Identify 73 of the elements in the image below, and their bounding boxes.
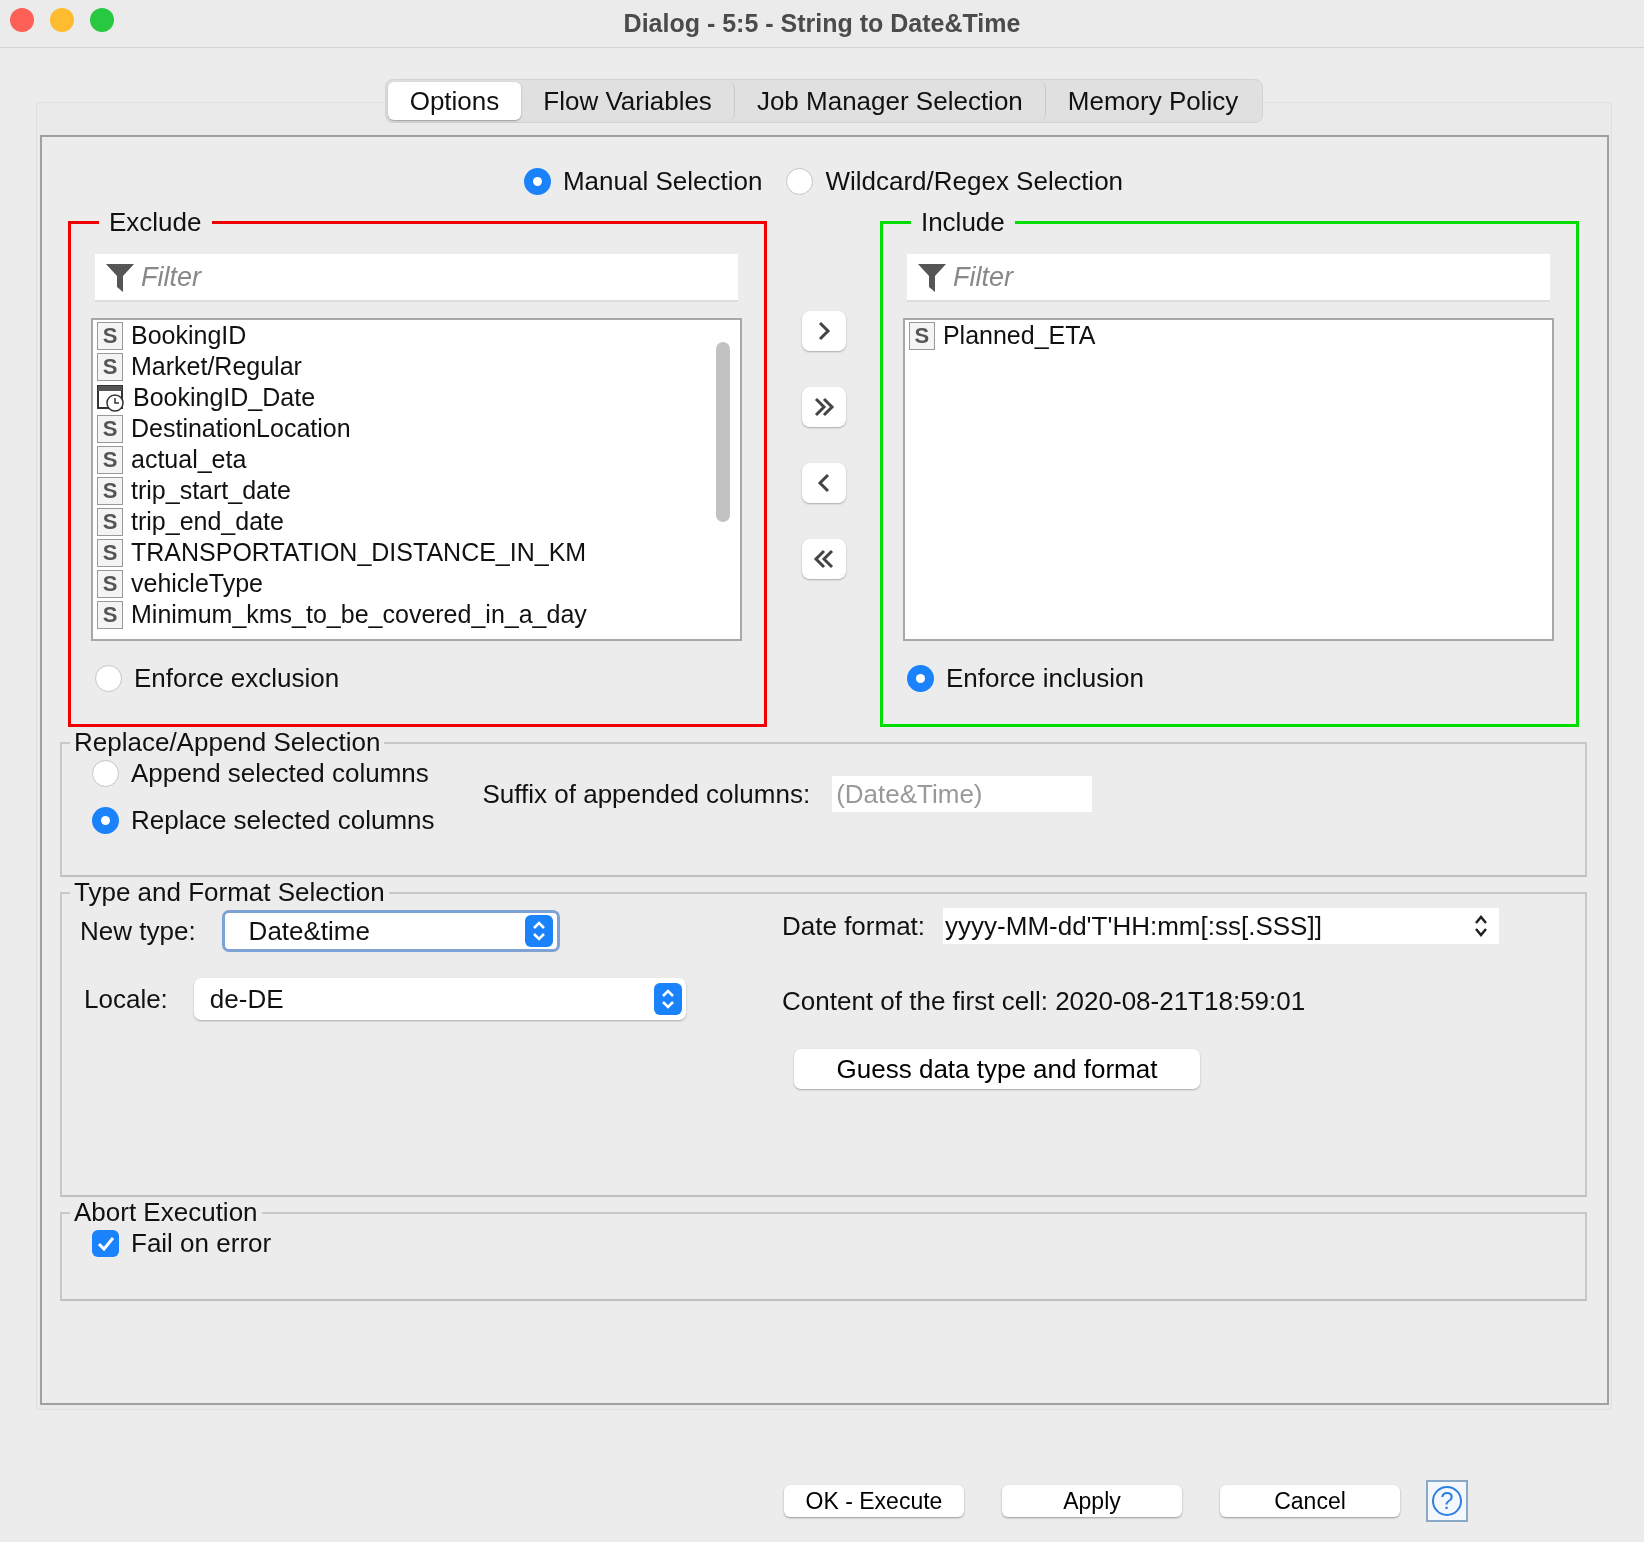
- string-type-icon: S: [97, 414, 123, 443]
- field-label: Date format:: [782, 910, 926, 942]
- locale-dropdown[interactable]: de-DE: [193, 978, 686, 1020]
- radio-button[interactable]: [95, 665, 122, 692]
- string-type-icon: S: [97, 538, 123, 567]
- help-button[interactable]: ?: [1426, 1480, 1468, 1522]
- double-chevron-left-icon: [812, 548, 835, 570]
- column-name[interactable]: trip_end_date: [131, 507, 284, 536]
- dialog-button[interactable]: Apply: [1002, 1485, 1182, 1517]
- column-name[interactable]: Planned_ETA: [942, 321, 1096, 350]
- group-title: Include: [919, 207, 1006, 238]
- transfer-button[interactable]: [801, 539, 846, 579]
- filter-field[interactable]: Filter: [95, 254, 739, 302]
- radio-label[interactable]: Append selected columns: [131, 758, 429, 789]
- string-type-icon: S: [97, 569, 123, 598]
- first-cell-text: Content of the first cell: 2020-08-21T18:59:01: [782, 986, 1307, 1017]
- string-type-icon: S: [97, 507, 123, 536]
- radio-button[interactable]: [906, 665, 934, 692]
- up-down-arrows-icon[interactable]: [1473, 913, 1490, 939]
- radio-label[interactable]: Manual Selection: [562, 165, 763, 197]
- radio-button[interactable]: [523, 167, 551, 195]
- date-format-combo[interactable]: yyyy-MM-dd'T'HH:mm[:ss[.SSS]]: [943, 908, 1500, 944]
- string-type-icon: S: [97, 600, 123, 629]
- field-label: Suffix of appended columns:: [482, 778, 811, 810]
- group-title: Replace/Append Selection: [73, 727, 382, 758]
- column-name[interactable]: Minimum_kms_to_be_covered_in_a_day: [131, 600, 587, 629]
- funnel-icon: [916, 262, 947, 294]
- column-name[interactable]: Market/Regular: [131, 352, 302, 381]
- checkbox[interactable]: [92, 1230, 119, 1257]
- tab[interactable]: Flow Variables: [521, 82, 735, 120]
- checkbox-label[interactable]: Fail on error: [131, 1228, 272, 1259]
- funnel-icon: [105, 262, 135, 294]
- group-title: Exclude: [108, 207, 203, 238]
- field-label: Locale:: [84, 983, 168, 1015]
- column-name[interactable]: BookingID: [131, 321, 247, 350]
- transfer-button[interactable]: [801, 387, 846, 427]
- filter-field[interactable]: Filter: [906, 254, 1550, 302]
- string-type-icon: S: [97, 352, 123, 381]
- radio-label[interactable]: Replace selected columns: [131, 805, 435, 836]
- group-title: Abort Execution: [73, 1197, 259, 1228]
- zoom-icon[interactable]: [90, 8, 114, 32]
- column-name[interactable]: vehicleType: [131, 569, 264, 598]
- tab[interactable]: Job Manager Selection: [734, 82, 1046, 120]
- guess-button[interactable]: Guess data type and format: [794, 1049, 1200, 1089]
- radio-button[interactable]: [786, 167, 814, 195]
- string-type-icon: S: [97, 321, 123, 350]
- scrollbar[interactable]: [716, 342, 731, 522]
- column-name[interactable]: trip_start_date: [131, 476, 291, 505]
- field-label: New type:: [80, 915, 196, 947]
- column-name[interactable]: actual_eta: [131, 445, 247, 474]
- transfer-button[interactable]: [801, 463, 846, 503]
- radio-label[interactable]: Wildcard/Regex Selection: [825, 165, 1124, 197]
- tab[interactable]: Memory Policy: [1045, 82, 1261, 120]
- column-name[interactable]: DestinationLocation: [131, 414, 351, 443]
- type-dropdown[interactable]: Date&time: [221, 910, 560, 952]
- string-type-icon: S: [97, 476, 123, 505]
- radio-label[interactable]: Enforce inclusion: [945, 663, 1144, 694]
- radio-button[interactable]: [92, 760, 119, 787]
- dialog-button[interactable]: Cancel: [1220, 1485, 1400, 1517]
- string-type-icon: S: [908, 321, 935, 350]
- group-title: Type and Format Selection: [73, 877, 386, 908]
- radio-label[interactable]: Enforce exclusion: [134, 663, 340, 694]
- column-name[interactable]: BookingID_Date: [133, 383, 316, 412]
- dialog-button[interactable]: OK - Execute: [784, 1485, 964, 1517]
- column-name[interactable]: TRANSPORTATION_DISTANCE_IN_KM: [131, 538, 587, 567]
- transfer-button[interactable]: [801, 311, 846, 351]
- radio-button[interactable]: [92, 807, 119, 834]
- close-icon[interactable]: [10, 8, 34, 32]
- tab[interactable]: Options: [387, 82, 522, 120]
- window-title: Dialog - 5:5 - String to Date&Time: [623, 9, 1021, 38]
- calendar-clock-icon: [97, 383, 125, 412]
- string-type-icon: S: [97, 445, 123, 474]
- double-chevron-right-icon: [812, 396, 835, 418]
